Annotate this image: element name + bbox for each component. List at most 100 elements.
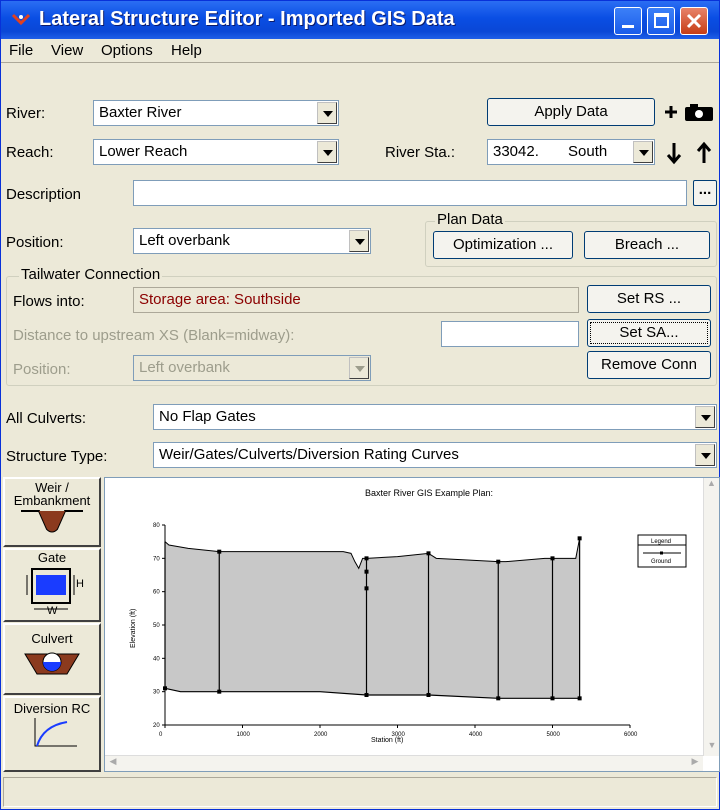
y-tick-label: 20 — [153, 723, 160, 729]
all-culverts-label: All Culverts: — [6, 410, 87, 427]
description-more-button[interactable]: ... — [693, 180, 717, 206]
y-tick-label: 50 — [153, 623, 160, 629]
chevron-down-icon — [349, 230, 369, 252]
next-station-button[interactable] — [661, 139, 687, 167]
profile-plot: Baxter River GIS Example Plan: 0 1000 2000… — [104, 477, 720, 772]
all-culverts-select[interactable]: No Flap Gates — [153, 404, 717, 430]
tailwater-position-select[interactable]: Left overbank — [133, 355, 371, 381]
x-axis-label: Station (ft) — [371, 737, 403, 744]
culvert-button[interactable]: Culvert — [3, 623, 101, 695]
set-rs-button[interactable]: Set RS ... — [587, 285, 711, 313]
x-tick-label: 4000 — [469, 732, 483, 738]
legend-title: Legend — [651, 539, 671, 545]
chevron-down-icon — [633, 141, 653, 163]
remove-conn-button[interactable]: Remove Conn — [587, 351, 711, 379]
gate-button[interactable]: Gate HW — [3, 548, 101, 622]
structure-type-value: Weir/Gates/Culverts/Diversion Rating Cur… — [159, 446, 459, 463]
status-bar — [3, 777, 717, 807]
arrow-up-icon — [696, 141, 712, 163]
all-culverts-value: No Flap Gates — [159, 408, 256, 425]
data-point — [496, 696, 501, 701]
reach-value: Lower Reach — [99, 143, 188, 160]
position-value: Left overbank — [139, 232, 230, 249]
x-tick-label: 0 — [159, 732, 163, 738]
data-point — [577, 536, 582, 541]
structure-type-select[interactable]: Weir/Gates/Culverts/Diversion Rating Cur… — [153, 442, 717, 468]
data-point — [217, 549, 222, 554]
reach-select[interactable]: Lower Reach — [93, 139, 339, 165]
chevron-down-icon — [317, 102, 337, 124]
position-select[interactable]: Left overbank — [133, 228, 371, 254]
y-tick-label: 70 — [153, 556, 160, 562]
diversion-label: Diversion RC — [13, 701, 91, 716]
data-point — [364, 586, 369, 591]
diversion-rc-button[interactable]: Diversion RC — [3, 696, 101, 772]
river-sta-label: River Sta.: — [385, 144, 456, 161]
chevron-down-icon — [317, 141, 337, 163]
tailwater-position-label: Position: — [13, 361, 71, 378]
apply-data-button[interactable]: Apply Data — [487, 98, 655, 126]
structure-type-label: Structure Type: — [6, 448, 108, 465]
weir-embankment-button[interactable]: Weir / Embankment — [3, 477, 101, 547]
river-value: Baxter River — [99, 104, 182, 121]
y-tick-label: 80 — [153, 523, 160, 529]
minimize-button[interactable] — [614, 7, 642, 35]
description-label: Description — [6, 186, 82, 203]
plan-data-title: Plan Data — [435, 211, 505, 228]
optimization-button[interactable]: Optimization ... — [433, 231, 573, 259]
ground-area — [165, 538, 580, 699]
flows-into-label: Flows into: — [13, 293, 85, 310]
add-camera-button[interactable] — [660, 98, 718, 126]
rating-curve-icon — [34, 718, 77, 747]
menu-bar: File View Options Help — [1, 39, 719, 63]
data-point — [426, 693, 431, 697]
arrow-down-icon — [666, 143, 682, 165]
data-point — [550, 556, 555, 561]
data-point — [550, 696, 555, 701]
close-button[interactable] — [680, 7, 708, 35]
y-tick-label: 40 — [153, 656, 160, 662]
scroll-left-arrow[interactable]: ◀ — [105, 756, 121, 767]
tailwater-position-value: Left overbank — [139, 359, 230, 376]
description-input[interactable] — [133, 180, 687, 206]
river-sta-value: 33042. — [493, 143, 539, 160]
menu-view[interactable]: View — [51, 42, 83, 59]
river-sta-side: South — [568, 143, 608, 160]
data-point — [217, 689, 222, 694]
horizontal-scrollbar[interactable]: ◀ ▶ — [105, 755, 703, 771]
close-icon — [686, 13, 702, 29]
distance-input[interactable] — [441, 321, 579, 347]
data-point — [364, 556, 369, 561]
y-axis-label: Elevation (ft) — [130, 609, 137, 648]
distance-label: Distance to upstream XS (Blank=midway): — [13, 327, 295, 344]
river-select[interactable]: Baxter River — [93, 100, 339, 126]
lateral-structure-editor-window: Lateral Structure Editor - Imported GIS … — [0, 0, 720, 810]
menu-file[interactable]: File — [9, 42, 33, 59]
data-point — [364, 569, 369, 574]
river-label: River: — [6, 105, 46, 122]
scroll-right-arrow[interactable]: ▶ — [687, 756, 703, 767]
breach-button[interactable]: Breach ... — [584, 231, 710, 259]
x-tick-label: 2000 — [314, 732, 328, 738]
vertical-scrollbar[interactable]: ▲ ▼ — [703, 478, 719, 756]
chevron-down-icon — [695, 406, 715, 428]
menu-help[interactable]: Help — [171, 42, 202, 59]
x-tick-label: 6000 — [624, 732, 638, 738]
chevron-down-icon — [349, 357, 369, 379]
menu-options[interactable]: Options — [101, 42, 153, 59]
weir-label: Weir / Embankment — [13, 480, 91, 508]
scroll-up-arrow[interactable]: ▲ — [704, 478, 719, 494]
plus-camera-icon — [665, 104, 713, 121]
chart-title: Baxter River GIS Example Plan: — [365, 488, 493, 498]
maximize-button[interactable] — [647, 7, 675, 35]
river-sta-select[interactable]: 33042. South — [487, 139, 655, 165]
previous-station-button[interactable] — [691, 139, 717, 167]
data-point — [496, 559, 501, 564]
scroll-down-arrow[interactable]: ▼ — [704, 740, 720, 756]
legend-swatch-marker — [660, 551, 663, 555]
gate-w-label: W — [47, 605, 58, 615]
data-point — [364, 693, 369, 697]
window-title: Lateral Structure Editor - Imported GIS … — [39, 8, 455, 30]
set-sa-button[interactable]: Set SA... — [587, 319, 711, 347]
gate-label: Gate — [37, 550, 67, 565]
